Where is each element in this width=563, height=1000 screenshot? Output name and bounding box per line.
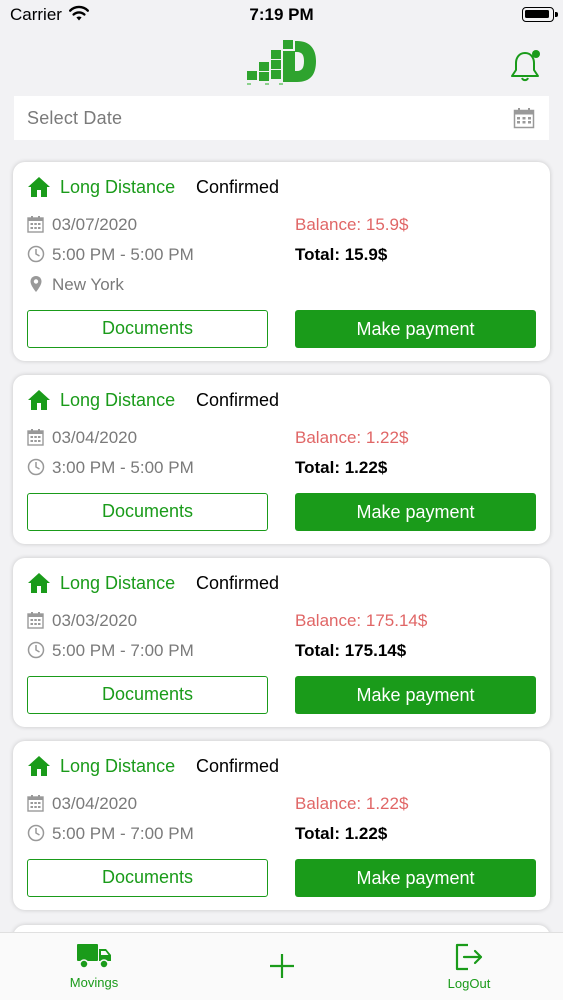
documents-button[interactable]: Documents [27,310,268,348]
notification-bell-icon[interactable] [509,48,543,89]
tab-logout[interactable]: LogOut [436,941,502,991]
booking-card: Long Distance Confirmed 03/04/2020 3:00 … [13,375,550,544]
tab-movings[interactable]: Movings [60,941,128,990]
booking-card: Long Distance Confirmed 03/07/2020 5:00 … [13,162,550,361]
clock-icon [27,245,45,268]
calendar-icon [27,428,44,451]
total-label: Total: 1.22$ [295,458,388,477]
calendar-icon [27,611,44,634]
location-pin-icon [27,275,45,298]
calendar-icon [513,107,535,134]
total-label: Total: 1.22$ [295,824,388,843]
date-placeholder: Select Date [27,108,123,128]
move-location: New York [52,275,124,294]
make-payment-button[interactable]: Make payment [295,310,536,348]
make-payment-button[interactable]: Make payment [295,676,536,714]
move-type: Long Distance [60,573,176,593]
documents-button[interactable]: Documents [27,676,268,714]
move-date: 03/07/2020 [52,215,138,234]
balance-label: Balance: 15.9$ [295,215,409,234]
tab-logout-label: LogOut [447,976,491,991]
move-time: 5:00 PM - 5:00 PM [52,245,194,264]
move-time: 5:00 PM - 7:00 PM [52,824,194,843]
booking-card: Long Distance Confirmed 03/03/2020 5:00 … [13,558,550,727]
balance-label: Balance: 1.22$ [295,428,409,447]
calendar-icon [27,215,44,238]
move-status: Confirmed [196,177,280,197]
plus-icon [267,954,297,985]
make-payment-button[interactable]: Make payment [295,493,536,531]
move-type: Long Distance [60,756,176,776]
logout-icon [436,941,502,976]
date-select-input[interactable]: Select Date [14,96,549,140]
home-icon [27,389,51,416]
clock-icon [27,641,45,664]
documents-button[interactable]: Documents [27,859,268,897]
move-type: Long Distance [60,390,176,410]
move-date: 03/04/2020 [52,794,138,813]
add-button[interactable] [266,951,298,986]
move-date: 03/03/2020 [52,611,138,630]
app-logo [245,38,319,91]
clock-icon [27,824,45,847]
truck-icon [60,941,128,975]
documents-button[interactable]: Documents [27,493,268,531]
status-bar: Carrier 7:19 PM [0,0,563,30]
total-label: Total: 15.9$ [295,245,388,264]
battery-icon [522,7,558,22]
tab-movings-label: Movings [69,975,119,990]
move-status: Confirmed [196,390,280,410]
make-payment-button[interactable]: Make payment [295,859,536,897]
home-icon [27,176,51,203]
clock-icon [27,458,45,481]
status-time: 7:19 PM [249,5,314,24]
balance-label: Balance: 175.14$ [295,611,428,630]
booking-card: Long Distance Confirmed 03/04/2020 5:00 … [13,741,550,910]
move-time: 5:00 PM - 7:00 PM [52,641,194,660]
move-time: 3:00 PM - 5:00 PM [52,458,194,477]
total-label: Total: 175.14$ [295,641,407,660]
home-icon [27,755,51,782]
move-status: Confirmed [196,573,280,593]
home-icon [27,572,51,599]
move-status: Confirmed [196,756,280,776]
bottom-tab-bar: Movings LogOut [0,932,563,1000]
balance-label: Balance: 1.22$ [295,794,409,813]
move-type: Long Distance [60,177,176,197]
move-date: 03/04/2020 [52,428,138,447]
calendar-icon [27,794,44,817]
